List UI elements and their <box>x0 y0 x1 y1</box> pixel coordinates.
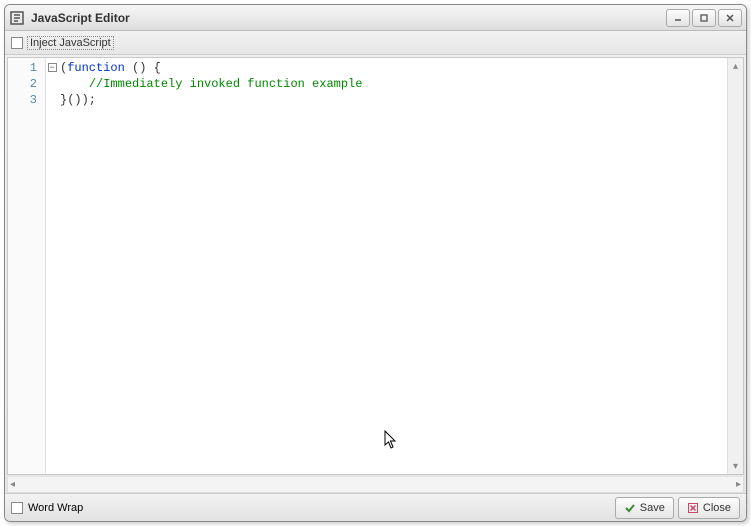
editor-window: JavaScript Editor Inject JavaScript 1 2 … <box>4 4 747 522</box>
toolbar: Inject JavaScript <box>5 31 746 55</box>
horizontal-scrollbar[interactable]: ◂ ▸ <box>7 477 744 493</box>
close-window-button[interactable] <box>718 9 742 27</box>
check-icon <box>624 502 636 514</box>
window-controls <box>666 9 742 27</box>
close-button[interactable]: Close <box>678 497 740 519</box>
scroll-up-icon[interactable]: ▴ <box>728 58 743 74</box>
line-number-gutter: 1 2 3 <box>8 58 46 474</box>
titlebar: JavaScript Editor <box>5 5 746 31</box>
window-title: JavaScript Editor <box>31 11 666 25</box>
minimize-button[interactable] <box>666 9 690 27</box>
line-number: 3 <box>8 92 45 108</box>
code-content[interactable]: (function () { //Immediately invoked fun… <box>58 58 743 474</box>
maximize-button[interactable] <box>692 9 716 27</box>
scroll-right-icon[interactable]: ▸ <box>736 479 741 490</box>
scroll-down-icon[interactable]: ▾ <box>728 458 743 474</box>
inject-js-checkbox[interactable] <box>11 37 23 49</box>
fold-gutter: − <box>46 58 58 474</box>
close-icon <box>687 502 699 514</box>
footer: Word Wrap Save Close <box>5 493 746 521</box>
word-wrap-checkbox[interactable] <box>11 502 23 514</box>
line-number: 2 <box>8 76 45 92</box>
save-button[interactable]: Save <box>615 497 674 519</box>
fold-toggle-icon[interactable]: − <box>48 63 57 72</box>
close-label: Close <box>703 502 731 514</box>
scroll-left-icon[interactable]: ◂ <box>10 479 15 490</box>
code-editor[interactable]: 1 2 3 − (function () { //Immediately inv… <box>7 57 744 475</box>
line-number: 1 <box>8 60 45 76</box>
save-label: Save <box>640 502 665 514</box>
vertical-scrollbar[interactable]: ▴ ▾ <box>727 58 743 474</box>
app-icon <box>9 10 25 26</box>
word-wrap-label: Word Wrap <box>28 502 83 514</box>
inject-js-label: Inject JavaScript <box>27 36 114 50</box>
